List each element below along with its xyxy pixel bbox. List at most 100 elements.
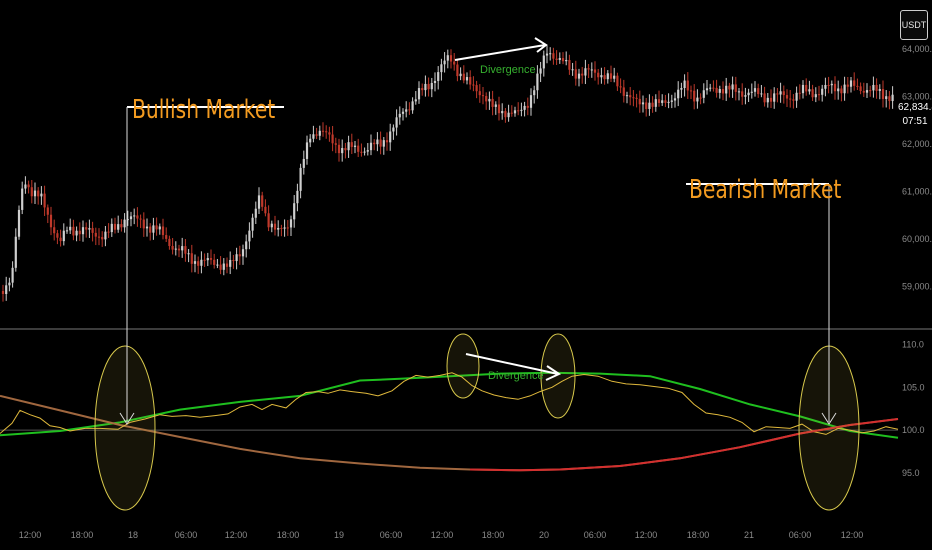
candle-body [88,228,91,230]
candle-body [248,230,251,242]
candle-body [366,150,369,152]
candle-body [62,230,65,242]
time-tick-label: 20 [539,530,549,540]
candle-body [577,73,581,79]
candle-body [677,89,680,99]
candle-body [779,91,782,95]
candle-body [469,77,472,85]
candle-body [641,102,645,105]
candle-body [385,140,389,143]
candle-body [632,97,635,99]
candle-body [561,58,565,62]
candle-body [821,88,824,95]
candle-body [155,225,158,230]
candle-body [881,89,885,99]
oscillator-tick-label: 110.0 [902,340,924,350]
candle-body [433,80,437,84]
candle-body [414,99,417,102]
candle-body [520,109,523,111]
candle-body [197,261,200,266]
candle-body [465,77,469,81]
candle-body [325,131,328,133]
candle-body [200,259,203,266]
candle-body [321,130,325,132]
time-tick-label: 06:00 [789,530,812,540]
candle-body [120,224,123,228]
candle-body [139,218,142,220]
candle-body [638,98,641,105]
candle-body [72,226,75,236]
candle-body [181,246,184,251]
candle-body [161,226,165,236]
candle-body [840,88,843,94]
candle-body [85,227,88,230]
candle-body [69,226,72,231]
candle-body [801,84,805,94]
candle-body [219,264,222,270]
candle-body [75,230,78,236]
candle-body [117,224,120,230]
candle-body [539,68,542,74]
candle-body [513,110,517,114]
time-tick-label: 18:00 [277,530,300,540]
candle-body [91,228,94,233]
candle-body [885,96,888,99]
candle-body [721,89,725,94]
candle-body [744,95,747,97]
highlight-ellipse [446,333,480,399]
chart-canvas[interactable]: 64,000.0 63,000.0 62,000.0 61,000.0 60,000.0… [0,0,932,550]
candle-body [497,104,501,114]
candle-body [776,93,779,95]
candle-body [699,97,702,99]
candle-body [795,92,798,101]
candle-body [526,105,529,108]
candle-body [302,158,305,168]
candle-body [315,134,318,136]
currency-badge[interactable]: USDT [900,10,928,40]
last-price-value: 62,834.8 [898,102,932,113]
candle-body [734,84,737,92]
candle-body [670,100,673,102]
candle-body [593,69,597,73]
candle-body [683,80,686,89]
candle-body [741,91,744,97]
candle-body [718,89,721,93]
candle-body [750,91,753,93]
candle-body [30,187,33,197]
candle-body [257,195,261,209]
candle-body [398,113,401,118]
candle-body [747,92,750,96]
time-tick-label: 18:00 [71,530,94,540]
divergence-label-bottom: Divergence [488,370,544,382]
candle-body [878,89,881,91]
candle-body [379,139,382,147]
countdown-value: 07:51 [902,116,928,127]
candle-body [673,98,677,101]
candle-body [456,64,459,77]
candle-body [101,237,104,240]
candle-body [43,193,46,208]
bullish-annotation: Bullish Market [132,95,276,125]
candle-body [187,253,190,255]
candle-body [341,148,344,154]
candle-body [8,282,11,286]
candle-body [270,223,273,228]
price-tick-label: 63,000.0 [902,91,932,101]
time-tick-label: 06:00 [380,530,403,540]
candle-body [158,226,161,230]
candle-body [773,93,776,102]
candle-body [142,219,145,229]
candle-body [145,226,149,229]
candle-body [283,227,286,229]
candle-body [299,167,302,191]
candle-body [245,241,248,250]
candle-body [27,184,30,188]
candle-body [421,88,424,91]
price-tick-label: 61,000.0 [902,186,932,196]
candle-body [811,89,814,98]
oscillator-tick-label: 105.0 [902,382,925,392]
candle-body [190,253,193,264]
time-tick-label: 18:00 [482,530,505,540]
candle-body [417,88,421,100]
candle-body [629,95,632,98]
